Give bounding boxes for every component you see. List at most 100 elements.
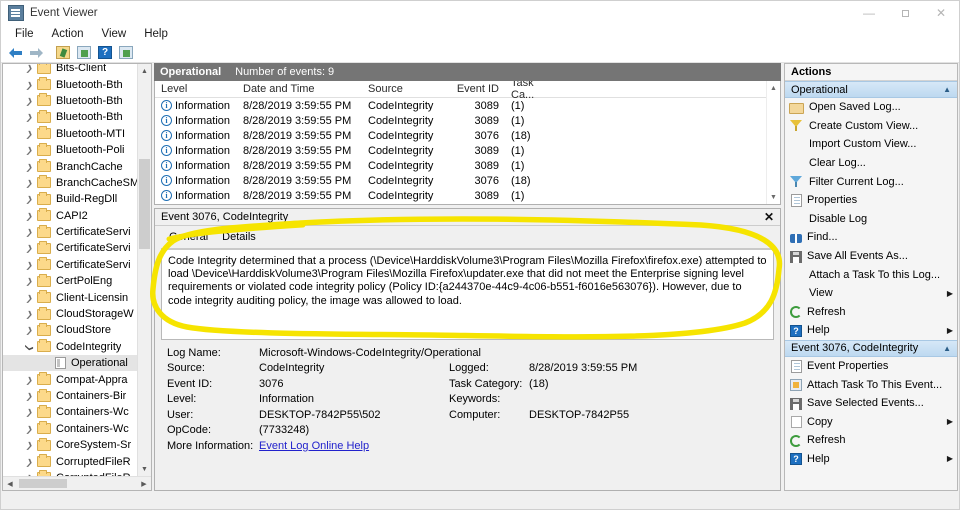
column-header-task-category[interactable]: Task Ca... [505,81,557,101]
tab-general[interactable]: General [167,231,210,246]
chevron-up-icon-2[interactable]: ▲ [943,344,951,353]
action-item[interactable]: Disable Log [785,210,957,229]
tab-details[interactable]: Details [220,231,258,246]
show-hide-console-tree-button[interactable] [53,44,73,62]
action-item[interactable]: Refresh [785,431,957,450]
column-header-event-id[interactable]: Event ID [447,83,505,95]
scroll-left-arrow-icon[interactable]: ◀ [3,480,17,488]
actions-group-event[interactable]: Event 3076, CodeIntegrity ▲ [785,339,957,357]
scroll-up-arrow-icon[interactable]: ▲ [138,64,151,78]
event-list[interactable]: Level Date and Time Source Event ID Task… [154,81,781,205]
action-item[interactable]: Create Custom View... [785,117,957,136]
tree-item[interactable]: Containers-Wc [3,404,137,420]
chevron-right-icon[interactable] [21,80,37,90]
action-item[interactable]: Open Saved Log... [785,98,957,117]
action-item[interactable]: Save Selected Events... [785,394,957,413]
chevron-right-icon[interactable] [21,211,37,221]
tree-item[interactable]: Bluetooth-Poli [3,142,137,158]
chevron-right-icon[interactable] [21,375,37,385]
table-row[interactable]: i Information 8/28/2019 3:59:55 PM CodeInte… [155,158,780,173]
tree-item[interactable]: CloudStorageW [3,306,137,322]
tree-item[interactable]: CertificateServi [3,240,137,256]
tree-item[interactable]: BranchCacheSM [3,175,137,191]
menu-file[interactable]: File [7,27,42,41]
actions-group-operational[interactable]: Operational ▲ [785,81,957,98]
action-item[interactable]: Copy ▶ [785,413,957,432]
close-detail-icon[interactable]: ✕ [764,210,774,224]
submenu-arrow-icon[interactable]: ▶ [947,326,953,335]
chevron-right-icon[interactable] [21,424,37,434]
column-header-level[interactable]: Level [155,83,237,95]
tree-item[interactable]: CloudStore [3,322,137,338]
maximize-button[interactable] [887,1,923,25]
chevron-right-icon[interactable] [21,325,37,335]
tree-item[interactable]: CoreSystem-Sr [3,437,137,453]
event-list-scrollbar[interactable]: ▲ ▼ [766,81,780,204]
action-item[interactable]: Properties [785,191,957,210]
tree-scroll-thumb[interactable] [139,159,150,249]
table-row[interactable]: i Information 8/28/2019 3:59:55 PM CodeInte… [155,98,780,113]
table-row[interactable]: i Information 8/28/2019 3:59:55 PM CodeInte… [155,143,780,158]
table-row[interactable]: i Information 8/28/2019 3:59:55 PM CodeInte… [155,173,780,188]
chevron-right-icon[interactable] [21,145,37,155]
submenu-arrow-icon[interactable]: ▶ [947,289,953,298]
tree-item[interactable]: Bluetooth-MTI [3,126,137,142]
minimize-button[interactable]: — [851,1,887,25]
properties-button[interactable] [74,44,94,62]
table-row[interactable]: i Information 8/28/2019 3:59:55 PM CodeInte… [155,188,780,203]
tree-item[interactable]: Containers-Wc [3,421,137,437]
chevron-right-icon[interactable] [21,391,37,401]
tree-item[interactable]: CAPI2 [3,208,137,224]
tree-item[interactable]: Build-RegDll [3,191,137,207]
chevron-right-icon[interactable] [21,227,37,237]
chevron-right-icon[interactable] [21,309,37,319]
submenu-arrow-icon[interactable]: ▶ [947,417,953,426]
action-item[interactable]: Refresh [785,303,957,322]
event-log-online-help-link[interactable]: Event Log Online Help [259,440,369,452]
action-item[interactable]: Filter Current Log... [785,172,957,191]
chevron-right-icon[interactable] [21,276,37,286]
menu-help[interactable]: Help [136,27,176,41]
tree-item[interactable]: Operational [3,355,137,372]
menu-action[interactable]: Action [44,27,92,41]
action-item[interactable]: Import Custom View... [785,135,957,154]
close-button[interactable]: ✕ [923,1,959,25]
tree-item[interactable]: CertificateServi [3,257,137,273]
tree-item[interactable]: Compat-Appra [3,371,137,387]
back-button[interactable] [5,44,25,62]
column-header-source[interactable]: Source [362,83,447,95]
chevron-right-icon[interactable] [21,194,37,204]
action-item[interactable]: Find... [785,228,957,247]
tree-vertical-scrollbar[interactable]: ▲ ▼ [137,64,151,476]
scroll-down-arrow-icon[interactable]: ▼ [138,462,151,476]
chevron-right-icon[interactable] [21,129,37,139]
chevron-right-icon[interactable] [21,178,37,188]
event-scroll-up-icon[interactable]: ▲ [767,81,780,95]
chevron-up-icon[interactable]: ▲ [943,85,951,94]
help-button[interactable]: ? [95,44,115,62]
chevron-right-icon[interactable] [21,260,37,270]
tree-item[interactable]: Client-Licensin [3,289,137,305]
tree-item[interactable]: CertPolEng [3,273,137,289]
show-action-pane-button[interactable] [116,44,136,62]
chevron-right-icon[interactable] [21,243,37,253]
chevron-right-icon[interactable] [21,64,37,73]
tree-item[interactable]: Bluetooth-Bth [3,93,137,109]
tree-item[interactable]: Bluetooth-Bth [3,109,137,125]
event-scroll-down-icon[interactable]: ▼ [767,190,780,204]
chevron-right-icon[interactable] [21,96,37,106]
menu-view[interactable]: View [94,27,135,41]
column-header-date-time[interactable]: Date and Time [237,83,362,95]
tree-hscroll-thumb[interactable] [19,479,67,488]
chevron-right-icon[interactable] [21,407,37,417]
tree-item[interactable]: Bluetooth-Bth [3,76,137,92]
action-item[interactable]: Attach a Task To this Log... [785,265,957,284]
tree-item[interactable]: CodeIntegrity [3,339,137,355]
tree-item[interactable]: BranchCache [3,158,137,174]
chevron-right-icon[interactable] [21,440,37,450]
tree-item[interactable]: CorruptedFileR [3,453,137,469]
table-row[interactable]: i Information 8/28/2019 3:59:55 PM CodeInte… [155,128,780,143]
action-item[interactable]: Attach Task To This Event... [785,375,957,394]
chevron-down-icon[interactable] [21,342,37,352]
tree-horizontal-scrollbar[interactable]: ◀ ▶ [3,476,151,490]
